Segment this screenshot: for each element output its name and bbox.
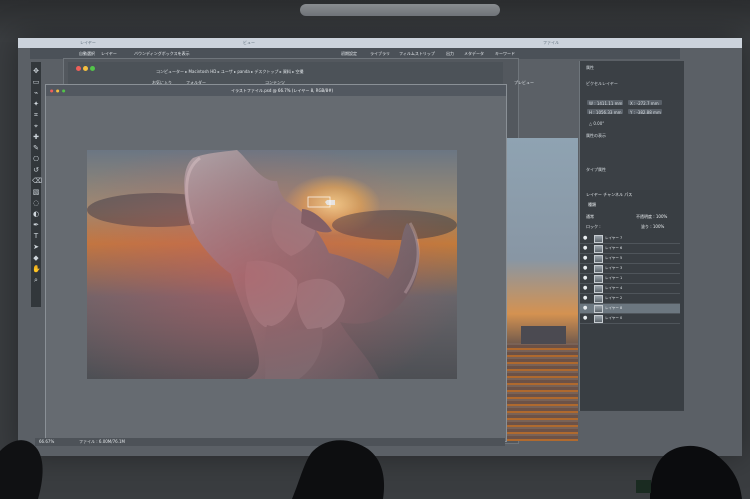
ceiling-light (300, 4, 500, 16)
layer-row[interactable]: ● レイヤー 7 (580, 234, 680, 244)
menu-file[interactable]: ファイル (543, 38, 559, 48)
menu-layer[interactable]: レイヤー (80, 38, 96, 48)
layer-thumbnail (594, 265, 603, 273)
pixel-layer-label: ピクセルレイヤー (586, 81, 618, 86)
application-menubar: レイヤー ビュー ファイル (18, 38, 742, 48)
marquee-icon[interactable]: ▭ (32, 78, 40, 86)
bridge-path-breadcrumb[interactable]: コンピューター ▸ Macintosh HD ▸ ユーザ ▸ panda ▸ デ… (156, 69, 303, 75)
layer-thumbnail (594, 305, 603, 313)
layer-row[interactable]: ● レイヤー 2 (580, 294, 680, 304)
opacity-field[interactable]: 不透明度 : 100% (636, 214, 667, 220)
move-icon[interactable]: ✥ (32, 67, 40, 75)
layer-thumbnail (594, 245, 603, 253)
monster-sculpture (87, 150, 457, 379)
layer-row[interactable]: ● レイヤー 4 (580, 284, 680, 294)
width-value: W : 1411.11 mm (589, 101, 623, 106)
close-dot-icon[interactable] (76, 66, 81, 71)
bridge-preview-photo (505, 138, 578, 441)
document-title[interactable]: イラストファイル.psd @ 66.7% (レイヤー 8, RGB/8#) (231, 85, 333, 96)
healing-brush-icon[interactable]: ✚ (32, 133, 40, 141)
layer-row[interactable]: ● レイヤー 5 (580, 254, 680, 264)
x-position-value: X : -272.7 mm (630, 101, 659, 106)
type-icon[interactable]: T (32, 232, 40, 240)
visibility-eye-icon[interactable]: ● (583, 314, 587, 323)
appearance-section-title[interactable]: 属性の表示 (586, 133, 606, 139)
history-brush-icon[interactable]: ↺ (32, 166, 40, 174)
layer-thumbnail (594, 235, 603, 243)
properties-title: 属性 (586, 65, 594, 70)
layer-thumbnail (594, 255, 603, 263)
zoom-icon[interactable]: ⌕ (32, 276, 40, 284)
visibility-eye-icon[interactable]: ● (583, 274, 587, 283)
crop-icon[interactable]: ⌗ (32, 111, 40, 119)
y-position-value: Y : -382.88 mm (630, 110, 661, 115)
shape-icon[interactable]: ◆ (32, 254, 40, 262)
layer-row[interactable]: ● レイヤー 0 (580, 314, 680, 324)
pen-icon[interactable]: ✒ (32, 221, 40, 229)
canvas-artwork[interactable] (87, 150, 457, 379)
minimize-dot-icon[interactable] (83, 66, 88, 71)
tools-panel: ✥ ▭ ⌁ ✦ ⌗ ⌖ ✚ ✎ ⎔ ↺ ⌫ ▧ ◌ ◐ ✒ T ➤ ◆ ✋ ⌕ (31, 62, 42, 307)
layer-thumbnail (594, 275, 603, 283)
type-section-title[interactable]: タイプ属性 (586, 167, 606, 173)
eyedropper-icon[interactable]: ⌖ (32, 122, 40, 130)
visibility-eye-icon[interactable]: ● (583, 294, 587, 303)
layer-thumbnail (594, 295, 603, 303)
blend-mode-select[interactable]: 通常 (586, 214, 594, 220)
layer-row[interactable]: ● レイヤー 6 (580, 244, 680, 254)
zoom-dot-icon[interactable] (90, 66, 95, 71)
gradient-icon[interactable]: ▧ (32, 188, 40, 196)
layer-row-selected[interactable]: ● レイヤー 8 (580, 304, 680, 314)
height-value: H : 1056.33 mm (589, 110, 622, 115)
blur-icon[interactable]: ◌ (32, 199, 40, 207)
document-tab[interactable]: ● ● ● イラストファイル.psd @ 66.7% (レイヤー 8, RGB/… (46, 85, 506, 96)
fill-field[interactable]: 塗り : 100% (641, 224, 664, 230)
layer-row[interactable]: ● レイヤー 1 (580, 274, 680, 284)
dodge-icon[interactable]: ◐ (32, 210, 40, 218)
eraser-icon[interactable]: ⌫ (32, 177, 42, 185)
zoom-level[interactable]: 66.67% (39, 438, 54, 446)
visibility-eye-icon[interactable]: ● (583, 304, 587, 313)
document-zoom-icon[interactable]: ● (62, 85, 66, 96)
layers-panel: レイヤー チャンネル パス 種類 通常 不透明度 : 100% ロック : 塗り… (579, 190, 684, 410)
preview-water (505, 343, 578, 441)
visibility-eye-icon[interactable]: ● (583, 234, 587, 243)
layer-thumbnail (594, 315, 603, 323)
lock-label: ロック : (586, 224, 601, 229)
document-minimize-icon[interactable]: ● (56, 85, 60, 96)
visibility-eye-icon[interactable]: ● (583, 284, 587, 293)
menu-view[interactable]: ビュー (243, 38, 255, 48)
layer-thumbnail (594, 285, 603, 293)
stamp-icon[interactable]: ⎔ (32, 155, 40, 163)
path-select-icon[interactable]: ➤ (32, 243, 40, 251)
angle-value: △ 0.00° (589, 121, 605, 126)
document-status-bar: 66.67% ファイル : 6.00M/76.1M (35, 438, 505, 446)
visibility-eye-icon[interactable]: ● (583, 254, 587, 263)
preview-city-silhouette (521, 326, 566, 344)
hand-icon[interactable]: ✋ (32, 265, 41, 273)
bridge-preview-tab[interactable]: プレビュー (514, 80, 534, 86)
document-close-icon[interactable]: ● (50, 85, 54, 96)
magic-wand-icon[interactable]: ✦ (32, 100, 40, 108)
visibility-eye-icon[interactable]: ● (583, 244, 587, 253)
layer-row[interactable]: ● レイヤー 3 (580, 264, 680, 274)
file-size-status: ファイル : 6.00M/76.1M (79, 439, 125, 444)
brush-icon[interactable]: ✎ (32, 144, 40, 152)
layer-filter[interactable]: 種類 (588, 202, 596, 208)
lasso-icon[interactable]: ⌁ (32, 89, 40, 97)
layers-panel-tabs[interactable]: レイヤー チャンネル パス (586, 192, 632, 198)
visibility-eye-icon[interactable]: ● (583, 264, 587, 273)
